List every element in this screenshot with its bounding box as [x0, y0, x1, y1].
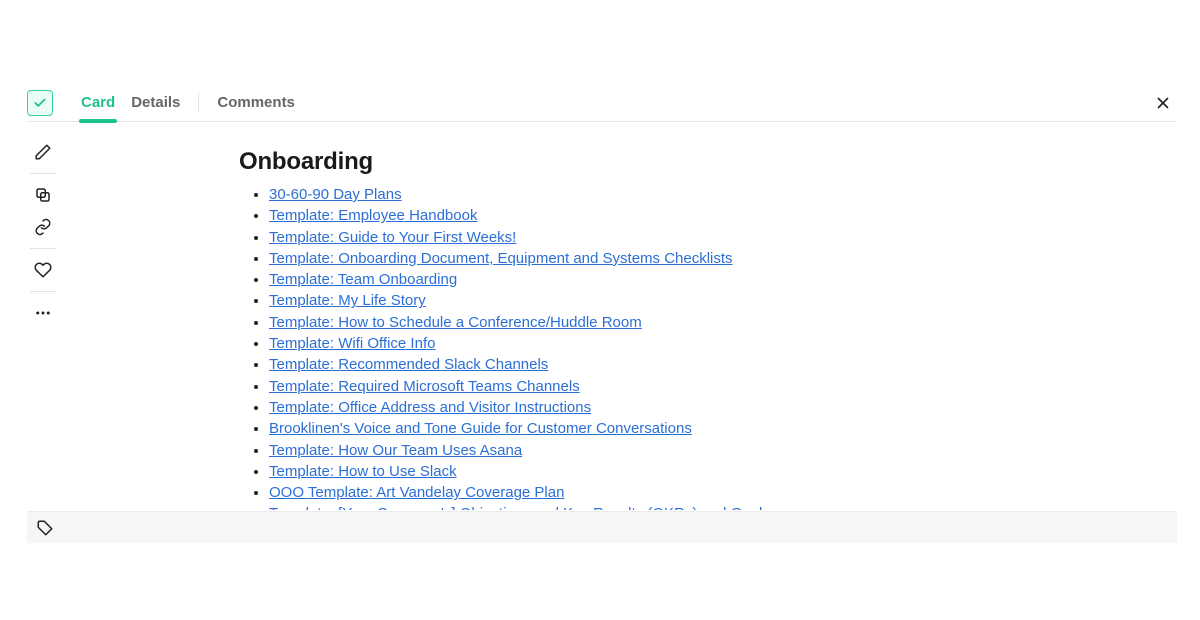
list-item: Template: Employee Handbook — [269, 205, 1170, 226]
content-link[interactable]: Template: [Your Company's] Objectives an… — [269, 505, 770, 510]
list-item: Template: Onboarding Document, Equipment… — [269, 248, 1170, 269]
content-link[interactable]: Template: Recommended Slack Channels — [269, 356, 548, 373]
list-item: Template: [Your Company's] Objectives an… — [269, 503, 1170, 510]
tab-label: Card — [81, 94, 115, 111]
tabs: Card Details Comments — [73, 85, 303, 121]
pencil-icon — [34, 143, 52, 161]
content-heading: Onboarding — [239, 148, 1170, 176]
favorite-button[interactable] — [27, 254, 59, 286]
list-item: Template: Wifi Office Info — [269, 333, 1170, 354]
list-item: Template: How to Schedule a Conference/H… — [269, 312, 1170, 333]
complete-toggle[interactable] — [27, 90, 53, 116]
content-link[interactable]: Template: Team Onboarding — [269, 271, 457, 288]
list-item: Template: Guide to Your First Weeks! — [269, 227, 1170, 248]
heart-icon — [34, 261, 52, 279]
footer-strip — [27, 511, 1177, 543]
close-icon — [1154, 94, 1172, 112]
list-item: OOO Template: Art Vandelay Coverage Plan — [269, 482, 1170, 503]
content-link[interactable]: Template: My Life Story — [269, 292, 426, 309]
tag-icon — [36, 519, 54, 537]
tag-button[interactable] — [31, 514, 59, 542]
link-button[interactable] — [27, 211, 59, 243]
link-icon — [34, 218, 52, 236]
content-link[interactable]: OOO Template: Art Vandelay Coverage Plan — [269, 484, 564, 501]
tab-card[interactable]: Card — [73, 85, 123, 121]
content-link[interactable]: Template: How to Use Slack — [269, 463, 457, 480]
list-item: Template: Required Microsoft Teams Chann… — [269, 376, 1170, 397]
card-content: Onboarding 30-60-90 Day Plans Template: … — [239, 148, 1170, 510]
close-button[interactable] — [1149, 89, 1177, 117]
rail-separator — [30, 173, 56, 174]
action-rail — [27, 136, 59, 329]
content-link[interactable]: Brooklinen's Voice and Tone Guide for Cu… — [269, 420, 692, 437]
list-item: Template: Recommended Slack Channels — [269, 354, 1170, 375]
check-icon — [33, 96, 47, 110]
more-icon — [34, 304, 52, 322]
list-item: Template: How to Use Slack — [269, 461, 1170, 482]
list-item: Brooklinen's Voice and Tone Guide for Cu… — [269, 418, 1170, 439]
content-link[interactable]: Template: Employee Handbook — [269, 207, 477, 224]
list-item: Template: My Life Story — [269, 290, 1170, 311]
content-link[interactable]: Template: How Our Team Uses Asana — [269, 442, 522, 459]
more-button[interactable] — [27, 297, 59, 329]
content-link[interactable]: Template: Wifi Office Info — [269, 335, 435, 352]
rail-separator — [30, 248, 56, 249]
content-link[interactable]: 30-60-90 Day Plans — [269, 186, 402, 203]
tab-label: Comments — [217, 94, 295, 111]
tab-label: Details — [131, 94, 180, 111]
rail-separator — [30, 291, 56, 292]
list-item: 30-60-90 Day Plans — [269, 184, 1170, 205]
content-link[interactable]: Template: Onboarding Document, Equipment… — [269, 250, 733, 267]
list-item: Template: How Our Team Uses Asana — [269, 440, 1170, 461]
card-header: Card Details Comments — [27, 86, 1177, 122]
tab-comments[interactable]: Comments — [209, 85, 303, 121]
link-list: 30-60-90 Day Plans Template: Employee Ha… — [239, 184, 1170, 510]
copy-button[interactable] — [27, 179, 59, 211]
edit-button[interactable] — [27, 136, 59, 168]
tab-details[interactable]: Details — [123, 85, 188, 121]
content-link[interactable]: Template: Guide to Your First Weeks! — [269, 229, 516, 246]
list-item: Template: Team Onboarding — [269, 269, 1170, 290]
content-link[interactable]: Template: Required Microsoft Teams Chann… — [269, 378, 580, 395]
content-link[interactable]: Template: How to Schedule a Conference/H… — [269, 314, 642, 331]
tab-separator — [198, 93, 199, 113]
content-link[interactable]: Template: Office Address and Visitor Ins… — [269, 399, 591, 416]
copy-icon — [34, 186, 52, 204]
list-item: Template: Office Address and Visitor Ins… — [269, 397, 1170, 418]
